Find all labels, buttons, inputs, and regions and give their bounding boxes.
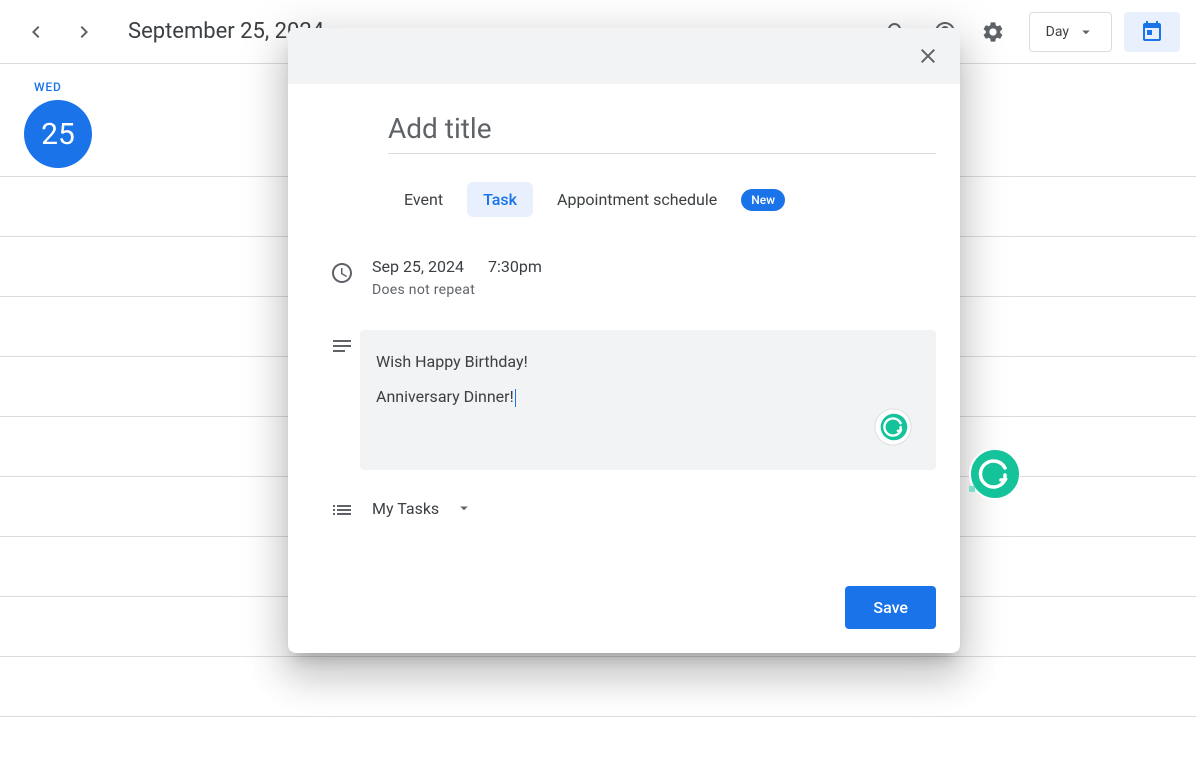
day-number[interactable]: 25 bbox=[24, 100, 92, 168]
time-value[interactable]: 7:30pm bbox=[488, 257, 542, 276]
task-list-dropdown[interactable]: My Tasks bbox=[372, 499, 473, 518]
description-input[interactable]: Wish Happy Birthday! Anniversary Dinner! bbox=[360, 330, 936, 470]
datetime-values: Sep 25, 2024 7:30pm bbox=[372, 257, 936, 276]
tab-appointment[interactable]: Appointment schedule bbox=[541, 182, 733, 217]
notes-icon bbox=[330, 334, 354, 358]
new-badge: New bbox=[741, 189, 785, 211]
list-icon-wrap bbox=[312, 494, 372, 522]
view-label: Day bbox=[1046, 24, 1069, 40]
date-value[interactable]: Sep 25, 2024 bbox=[372, 257, 464, 276]
dropdown-icon bbox=[455, 499, 473, 517]
dropdown-icon bbox=[1077, 23, 1095, 41]
save-button[interactable]: Save bbox=[845, 586, 936, 629]
list-icon bbox=[330, 498, 354, 522]
prev-button[interactable] bbox=[16, 12, 56, 52]
chevron-right-icon bbox=[72, 20, 96, 44]
grammarly-extension[interactable] bbox=[968, 448, 1020, 500]
grammarly-badge[interactable] bbox=[874, 408, 912, 446]
chevron-left-icon bbox=[24, 20, 48, 44]
tab-event[interactable]: Event bbox=[388, 182, 459, 217]
gear-icon bbox=[981, 20, 1005, 44]
settings-button[interactable] bbox=[973, 12, 1013, 52]
modal-header bbox=[288, 28, 960, 84]
grammarly-icon bbox=[874, 408, 912, 446]
task-list-label: My Tasks bbox=[372, 499, 439, 518]
view-dropdown[interactable]: Day bbox=[1029, 12, 1112, 52]
nav-arrows bbox=[16, 12, 104, 52]
description-line: Anniversary Dinner! bbox=[376, 379, 920, 414]
tab-task[interactable]: Task bbox=[467, 182, 533, 217]
close-button[interactable] bbox=[908, 36, 948, 76]
repeat-text[interactable]: Does not repeat bbox=[372, 282, 936, 298]
modal-footer: Save bbox=[288, 586, 960, 653]
datetime-row: Sep 25, 2024 7:30pm Does not repeat bbox=[312, 257, 936, 298]
type-tabs: Event Task Appointment schedule New bbox=[388, 182, 936, 217]
description-content: Wish Happy Birthday! Anniversary Dinner! bbox=[372, 330, 936, 470]
weekday-label: WED bbox=[34, 80, 62, 94]
description-line: Wish Happy Birthday! bbox=[376, 344, 920, 379]
time-slot[interactable] bbox=[0, 657, 1196, 717]
create-modal: Event Task Appointment schedule New Sep … bbox=[288, 28, 960, 653]
title-input[interactable] bbox=[388, 100, 936, 154]
datetime-content: Sep 25, 2024 7:30pm Does not repeat bbox=[372, 257, 936, 298]
grammarly-icon bbox=[968, 448, 1020, 500]
clock-icon-wrap bbox=[312, 257, 372, 285]
close-icon bbox=[916, 44, 940, 68]
modal-body: Event Task Appointment schedule New Sep … bbox=[288, 84, 960, 546]
calendar-view-button[interactable] bbox=[1124, 12, 1180, 52]
next-button[interactable] bbox=[64, 12, 104, 52]
calendar-icon bbox=[1140, 20, 1164, 44]
description-row: Wish Happy Birthday! Anniversary Dinner! bbox=[312, 330, 936, 470]
clock-icon bbox=[330, 261, 354, 285]
task-list-row: My Tasks bbox=[312, 494, 936, 522]
